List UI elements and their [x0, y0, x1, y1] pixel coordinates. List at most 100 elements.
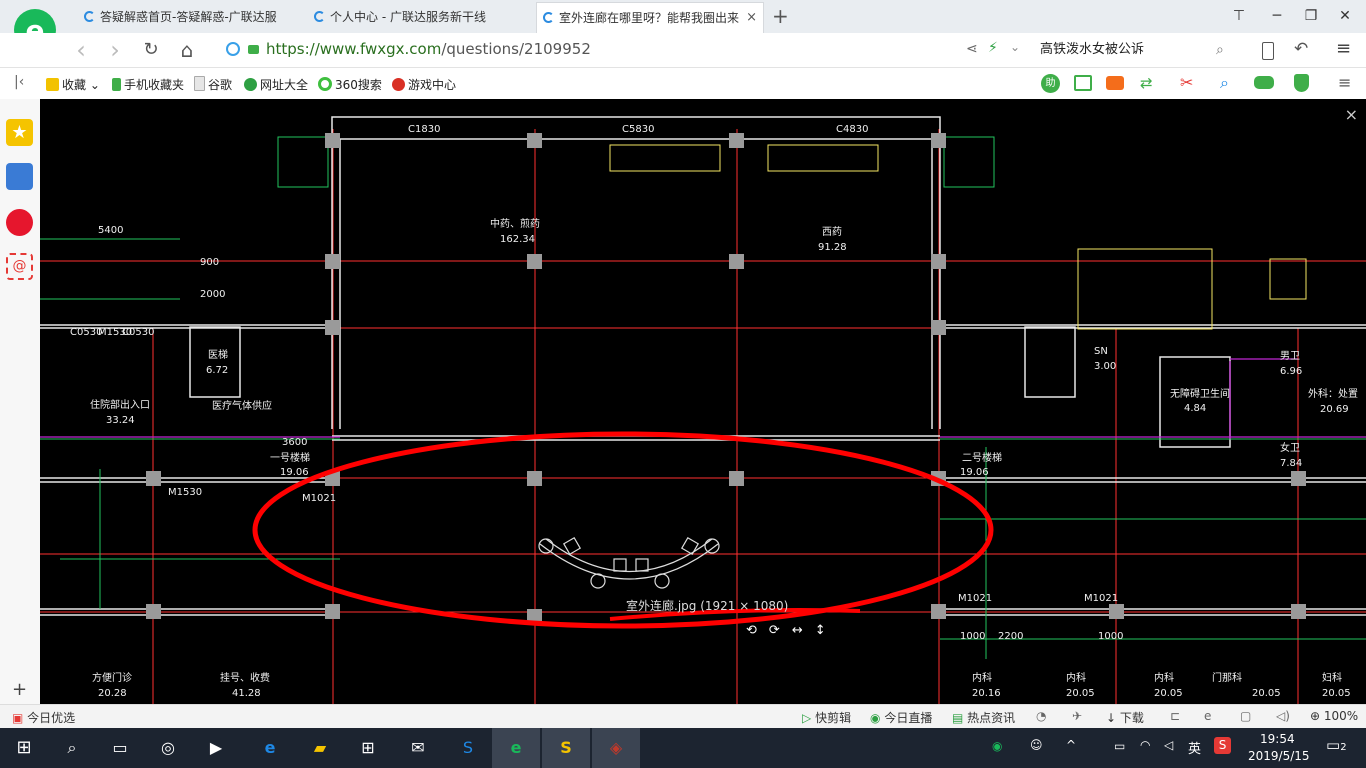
viewer-toolbar: ⟲⟳↔↕	[746, 623, 838, 638]
status-item-label: 今日直播	[884, 711, 933, 725]
page-info-icon[interactable]	[226, 42, 240, 56]
fit-width-icon[interactable]: ↔	[792, 623, 815, 638]
cad-label: 20.05	[1252, 688, 1281, 699]
task-view-icon[interactable]: ▭	[96, 728, 144, 768]
sound-icon[interactable]: ◁)	[1276, 709, 1290, 723]
sogou-icon[interactable]: S	[444, 728, 492, 768]
tab-close-icon[interactable]: ×	[746, 3, 757, 33]
tab-2[interactable]: 个人中心 - 广联达服务新干线	[308, 2, 530, 33]
sidebar-toggle-icon[interactable]: |‹	[14, 74, 24, 90]
bookmark-google[interactable]: 谷歌	[194, 76, 232, 93]
news-link[interactable]: ▤ 热点资讯	[952, 709, 1015, 726]
battery-icon[interactable]: ▭	[1114, 739, 1125, 753]
play-icon: ◉	[870, 711, 881, 725]
share-icon[interactable]: ⋖	[966, 41, 978, 57]
fit-height-icon[interactable]: ↕	[815, 623, 838, 638]
undo-close-icon[interactable]: ↶	[1294, 39, 1308, 59]
extension-assist-icon[interactable]: 助	[1041, 74, 1060, 93]
weibo-icon[interactable]	[6, 209, 33, 236]
rotate-right-icon[interactable]: ⟳	[769, 623, 792, 638]
extension-tv-icon[interactable]	[1106, 76, 1124, 90]
ie-mode-icon[interactable]: e	[1204, 709, 1211, 723]
start-windows-icon[interactable]: ⊞	[0, 728, 48, 768]
media-app-icon[interactable]: ▶	[192, 728, 240, 768]
extension-search-icon[interactable]: ⌕	[1220, 73, 1229, 93]
wifi-icon[interactable]: ◠	[1140, 738, 1150, 752]
speed-icon[interactable]: ◔	[1036, 709, 1046, 723]
menu-icon[interactable]: ≡	[1336, 38, 1351, 59]
cad-label: 20.28	[98, 688, 127, 699]
window-icon[interactable]: ▢	[1240, 709, 1251, 723]
mobile-icon[interactable]	[1262, 42, 1274, 60]
volume-icon[interactable]: ◁	[1164, 738, 1173, 752]
search-taskbar-icon[interactable]: ⌕	[48, 728, 96, 768]
add-sidebar-icon[interactable]: +	[12, 679, 27, 700]
close-window-icon[interactable]: ✕	[1330, 4, 1360, 28]
bookmark-mobile[interactable]: 手机收藏夹	[112, 76, 184, 93]
live-link[interactable]: ◉ 今日直播	[870, 709, 932, 726]
lock-icon	[248, 45, 259, 54]
cad-label: 4.84	[1184, 403, 1206, 414]
bookmark-label: 360搜索	[335, 78, 382, 92]
bookmark-games[interactable]: 游戏中心	[392, 76, 456, 93]
url-field[interactable]: https://www.fwxgx.com/questions/2109952 …	[222, 37, 1028, 63]
extension-shield-icon[interactable]	[1294, 74, 1309, 92]
download-link[interactable]: ↓ 下载	[1106, 709, 1144, 726]
search-input[interactable]: 高铁泼水女被公诉 ⌕	[1040, 37, 1240, 63]
bookmark-360-search[interactable]: 360搜索	[318, 76, 382, 93]
tab-3-active[interactable]: 室外连廊在哪里呀？能帮我圈出来 ×	[536, 2, 764, 33]
skin-icon[interactable]: ⊤	[1224, 4, 1254, 28]
speed-mode-icon[interactable]: ⚡	[988, 40, 998, 56]
tray-app-icon[interactable]: ◉	[992, 739, 1002, 753]
360-browser-taskbar-icon[interactable]: e	[492, 728, 540, 768]
windows-taskbar: ⊞ ⌕ ▭ ◎ ▶ e ▰ ⊞ ✉ S e S ◈ ◉ ☺ ^ ▭ ◠ ◁ 英 …	[0, 728, 1366, 768]
rotate-left-icon[interactable]: ⟲	[746, 623, 769, 638]
accelerate-icon[interactable]: ✈	[1072, 709, 1082, 723]
clock-time[interactable]: 19:54	[1260, 732, 1295, 746]
minimize-icon[interactable]: ─	[1262, 4, 1292, 28]
cortana-icon[interactable]: ◎	[144, 728, 192, 768]
edge-icon[interactable]: e	[246, 728, 294, 768]
more-menu-icon[interactable]: ≡	[1338, 73, 1351, 92]
maximize-icon[interactable]: ❐	[1296, 4, 1326, 28]
favorites-star-icon[interactable]: ★	[6, 119, 33, 146]
people-icon[interactable]: ☺	[1030, 738, 1043, 752]
mail-icon[interactable]: ✉	[394, 728, 442, 768]
store-icon[interactable]: ⊞	[344, 728, 392, 768]
bookmark-favorites[interactable]: 收藏 ⌄	[46, 76, 100, 93]
quick-edit-link[interactable]: ▷ 快剪辑	[802, 709, 851, 726]
cad-app-taskbar-icon[interactable]: S	[542, 728, 590, 768]
extension-translate-icon[interactable]: ⇄	[1140, 74, 1153, 92]
extension-screenshot-icon[interactable]: ✂	[1180, 73, 1193, 92]
sogou-ime-icon[interactable]: S	[1214, 737, 1231, 754]
tab-1[interactable]: 答疑解惑首页-答疑解惑-广联达服	[78, 2, 300, 33]
chevron-down-icon[interactable]: ⌄	[1010, 40, 1020, 54]
bookmark-hao[interactable]: 网址大全	[244, 76, 308, 93]
clock-date[interactable]: 2019/5/15	[1248, 749, 1310, 763]
map-app-taskbar-icon[interactable]: ◈	[592, 728, 640, 768]
image-viewer[interactable]: C1830 C5830 C4830 中药、煎药 162.34 西药 91.28 5400 900…	[40, 99, 1366, 704]
refresh-icon[interactable]: ↻	[138, 37, 164, 63]
cad-label: 33.24	[106, 415, 135, 426]
notification-center-icon[interactable]: ▭2	[1326, 736, 1347, 754]
show-hidden-icons[interactable]: ^	[1066, 738, 1076, 752]
cleanup-icon[interactable]: ⊏	[1170, 709, 1180, 723]
back-icon[interactable]: ‹	[68, 37, 94, 63]
zoom-level[interactable]: ⊕ 100%	[1310, 709, 1358, 723]
daily-picks-link[interactable]: ▣ 今日优选	[12, 709, 75, 726]
cad-label: M1021	[302, 493, 336, 504]
input-method-indicator[interactable]: 英	[1188, 738, 1201, 757]
cad-label: M1021	[958, 593, 992, 604]
extension-book-icon[interactable]	[1074, 75, 1092, 91]
forward-icon[interactable]: ›	[102, 37, 128, 63]
news-icon[interactable]	[6, 163, 33, 190]
extension-gamepad-icon[interactable]	[1254, 76, 1274, 89]
home-icon[interactable]: ⌂	[174, 37, 200, 63]
search-icon[interactable]: ⌕	[1216, 37, 1224, 63]
cad-label: 医梯	[208, 348, 228, 361]
file-explorer-icon[interactable]: ▰	[296, 728, 344, 768]
bookmarks-bar: |‹ 收藏 ⌄ 手机收藏夹 谷歌 网址大全 360搜索 游戏中心 助 ⇄ ✂ ⌕…	[0, 68, 1366, 100]
new-tab-button[interactable]: +	[772, 4, 789, 28]
email-icon[interactable]: @	[6, 253, 33, 280]
viewer-close-icon[interactable]: ×	[1345, 105, 1358, 124]
